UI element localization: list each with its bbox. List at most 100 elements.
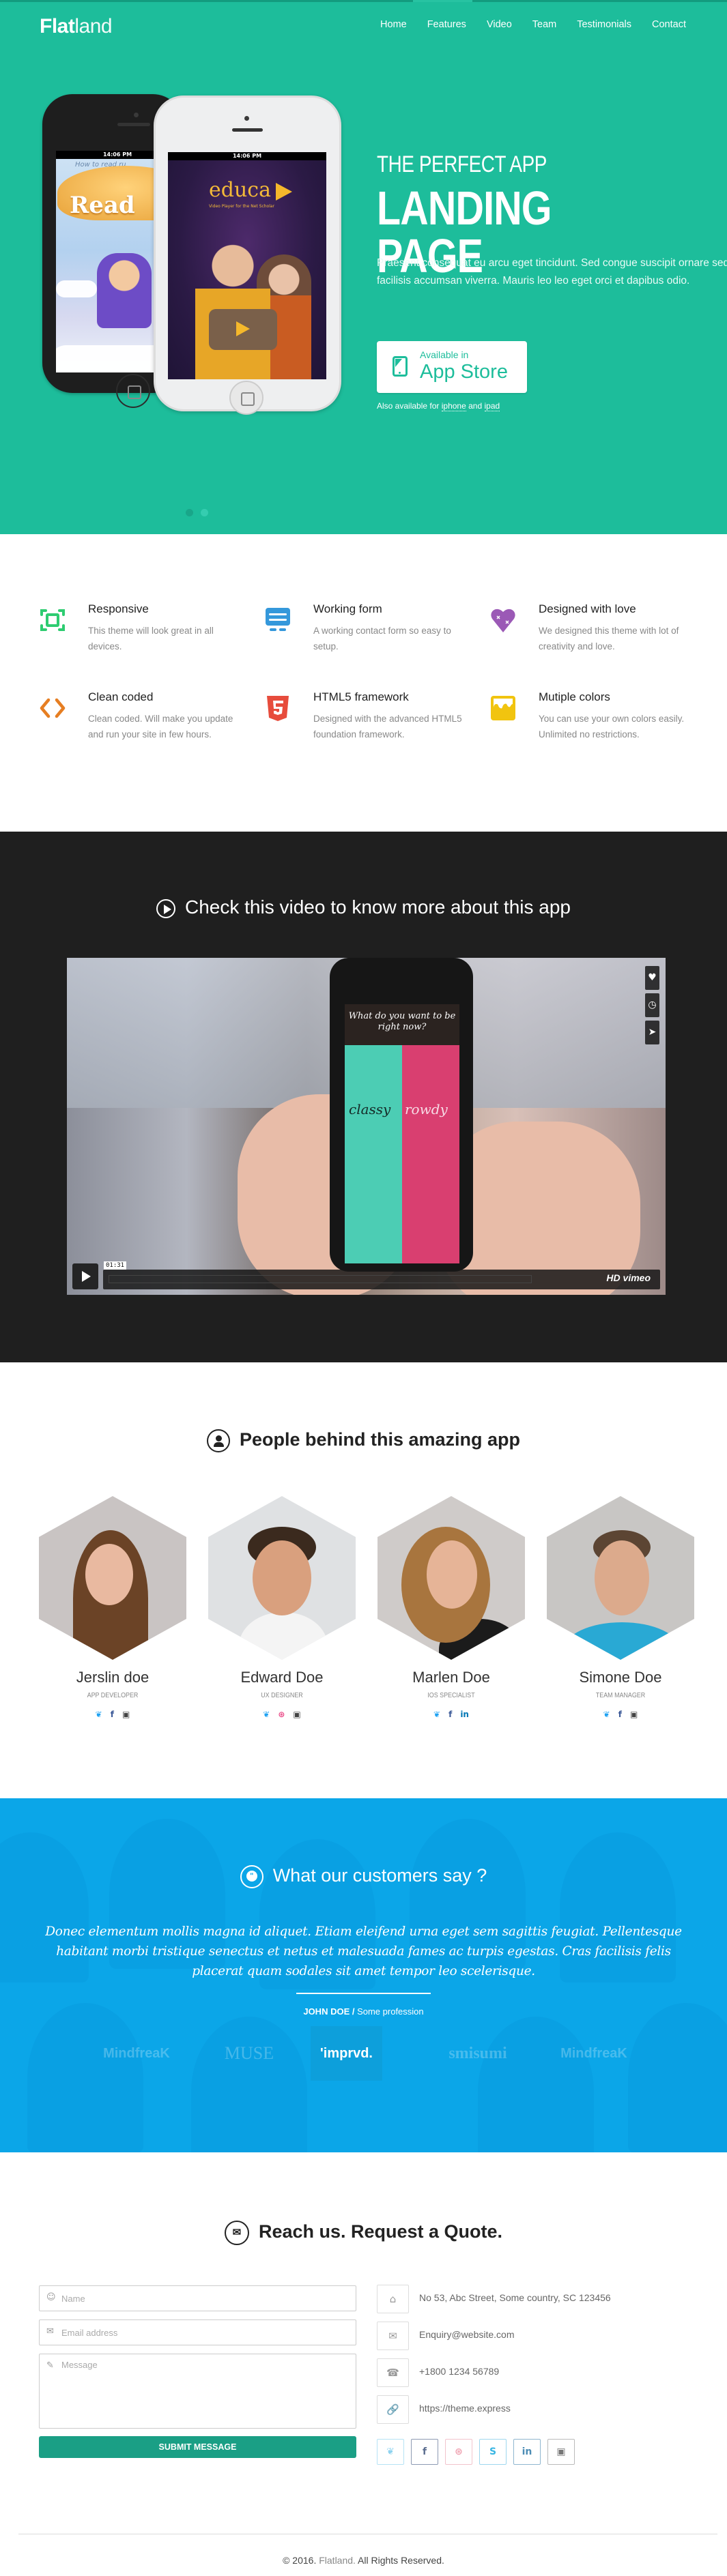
slider-dot-1[interactable] <box>186 509 193 516</box>
vimeo-brand[interactable]: HD vimeo <box>606 1272 651 1283</box>
phone-home-button <box>116 374 150 408</box>
facebook-button[interactable]: f <box>411 2439 438 2465</box>
testimonials-section: " What our customers say ? Donec elementu… <box>0 1798 727 2152</box>
testimonials-heading-text: What our customers say ? <box>272 1865 487 1886</box>
submit-message-button[interactable]: SUBMIT MESSAGE <box>39 2436 356 2458</box>
member-social: ❦ f in <box>377 1710 525 1719</box>
client-logo[interactable]: MindfreaK <box>539 2026 648 2081</box>
phone-camera <box>244 116 249 121</box>
responsive-icon <box>40 609 65 631</box>
paint-icon <box>491 696 515 720</box>
member-role: UX DESIGNER <box>261 1691 303 1699</box>
email-input[interactable] <box>61 2320 348 2345</box>
logo[interactable]: Flatland <box>40 15 113 38</box>
nav-testimonials[interactable]: Testimonials <box>577 19 631 30</box>
nav-features[interactable]: Features <box>427 19 466 30</box>
slider-dots <box>186 509 208 516</box>
also-mid: and <box>468 401 483 411</box>
contact-heading-text: Reach us. Request a Quote. <box>258 2221 503 2242</box>
left-panel <box>345 1045 402 1263</box>
client-logo[interactable]: MindfreaK <box>82 2026 191 2081</box>
main-nav: Home Features Video Team Testimonials Co… <box>360 19 686 30</box>
mail-icon: ✉ <box>377 2322 409 2350</box>
dribbble-icon[interactable]: ⊛ <box>278 1710 285 1719</box>
member-social: ❦ ⊛ ▣ <box>208 1710 356 1719</box>
video-heading-text: Check this video to know more about this… <box>185 896 571 918</box>
feature-title: Mutiple colors <box>539 690 610 703</box>
quote-bubble-icon: " <box>240 1865 263 1888</box>
member-name: Jerslin doe <box>76 1669 149 1686</box>
email-field-wrapper: ✉ <box>39 2319 356 2345</box>
phone-text: +1800 1234 56789 <box>419 2366 500 2377</box>
linkedin-icon: in <box>522 2446 532 2457</box>
skype-button[interactable]: S <box>479 2439 507 2465</box>
video-progress-bar[interactable] <box>109 1275 532 1283</box>
instagram-icon[interactable]: ▣ <box>293 1710 300 1719</box>
copyright-suffix: All Rights Reserved. <box>355 2555 444 2566</box>
watch-later-button[interactable]: ◷ <box>645 993 659 1017</box>
feature-text: A working contact form so easy to setup. <box>313 626 451 652</box>
dribbble-button[interactable]: ⊛ <box>445 2439 472 2465</box>
also-available-text: Also available for iphone and ipad <box>377 401 500 411</box>
video-player[interactable]: What do you want to be right now? classy… <box>67 958 666 1295</box>
heart-icon <box>491 609 515 632</box>
twitter-button[interactable]: ❦ <box>377 2439 404 2465</box>
instagram-button[interactable]: ▣ <box>547 2439 575 2465</box>
slider-dot-2[interactable] <box>201 509 208 516</box>
footer: © 2016. Flatland. All Rights Reserved. <box>0 2555 727 2566</box>
client-logo[interactable]: smisumi <box>423 2026 532 2081</box>
member-name: Marlen Doe <box>412 1669 490 1686</box>
member-name: Simone Doe <box>579 1669 662 1686</box>
facebook-icon: f <box>422 2446 427 2457</box>
nav-video[interactable]: Video <box>487 19 512 30</box>
instagram-icon[interactable]: ▣ <box>630 1710 638 1719</box>
member-photo <box>208 1496 356 1660</box>
twitter-icon[interactable]: ❦ <box>96 1710 102 1719</box>
client-logo[interactable]: MUSE <box>195 2026 304 2081</box>
app-store-button[interactable]: Available in App Store <box>377 341 527 393</box>
like-button[interactable]: ♥ <box>645 966 659 990</box>
nav-contact[interactable]: Contact <box>652 19 686 30</box>
name-input[interactable] <box>61 2286 348 2311</box>
copyright-prefix: © 2016. <box>283 2555 319 2566</box>
clock-icon: ◷ <box>648 999 657 1010</box>
address-text: No 53, Abc Street, Some country, SC 1234… <box>419 2292 611 2303</box>
feature-title: Clean coded <box>88 690 154 703</box>
share-button[interactable]: ➤ <box>645 1021 659 1044</box>
video-play-button[interactable] <box>72 1263 98 1289</box>
email-text[interactable]: Enquiry@website.com <box>419 2329 515 2340</box>
twitter-icon[interactable]: ❦ <box>433 1710 440 1719</box>
user-icon: ☺ <box>46 2292 56 2302</box>
twitter-icon[interactable]: ❦ <box>603 1710 610 1719</box>
twitter-icon[interactable]: ❦ <box>263 1710 270 1719</box>
linkedin-button[interactable]: in <box>513 2439 541 2465</box>
phone-speaker <box>117 123 150 126</box>
feature-title: Working form <box>313 602 382 615</box>
hero-section: Flatland Home Features Video Team Testim… <box>0 0 727 534</box>
envelope-icon: ✉ <box>46 2326 54 2337</box>
testimonial-quote: Donec elementum mollis magna id aliquet.… <box>45 1924 682 1978</box>
footer-brand-link[interactable]: Flatland. <box>319 2555 356 2566</box>
message-textarea[interactable] <box>61 2360 348 2421</box>
facebook-icon[interactable]: f <box>111 1710 114 1719</box>
iphone-link[interactable]: iphone <box>441 401 466 411</box>
option-rowdy: rowdy <box>405 1101 448 1117</box>
instagram-icon[interactable]: ▣ <box>122 1710 130 1719</box>
educa-app-subtitle: Video Player for the Net Scholar <box>209 204 275 209</box>
facebook-icon[interactable]: f <box>448 1710 452 1719</box>
active-nav-indicator <box>413 0 472 2</box>
tablet-illustration <box>209 309 277 350</box>
nav-team[interactable]: Team <box>532 19 556 30</box>
facebook-icon[interactable]: f <box>618 1710 622 1719</box>
phone-mockup-white: 14:06 PM educa Video Player for the Net … <box>154 96 341 415</box>
linkedin-icon[interactable]: in <box>460 1710 469 1719</box>
contact-phone: ☎ +1800 1234 56789 <box>377 2358 698 2387</box>
client-logo-active[interactable]: 'imprvd. <box>311 2026 382 2081</box>
member-photo <box>547 1496 694 1660</box>
website-text[interactable]: https://theme.express <box>419 2403 511 2414</box>
home-icon: ⌂ <box>377 2285 409 2313</box>
heart-icon: ♥ <box>648 972 657 983</box>
twitter-icon: ❦ <box>386 2446 395 2457</box>
nav-home[interactable]: Home <box>380 19 407 30</box>
ipad-link[interactable]: ipad <box>484 401 500 411</box>
